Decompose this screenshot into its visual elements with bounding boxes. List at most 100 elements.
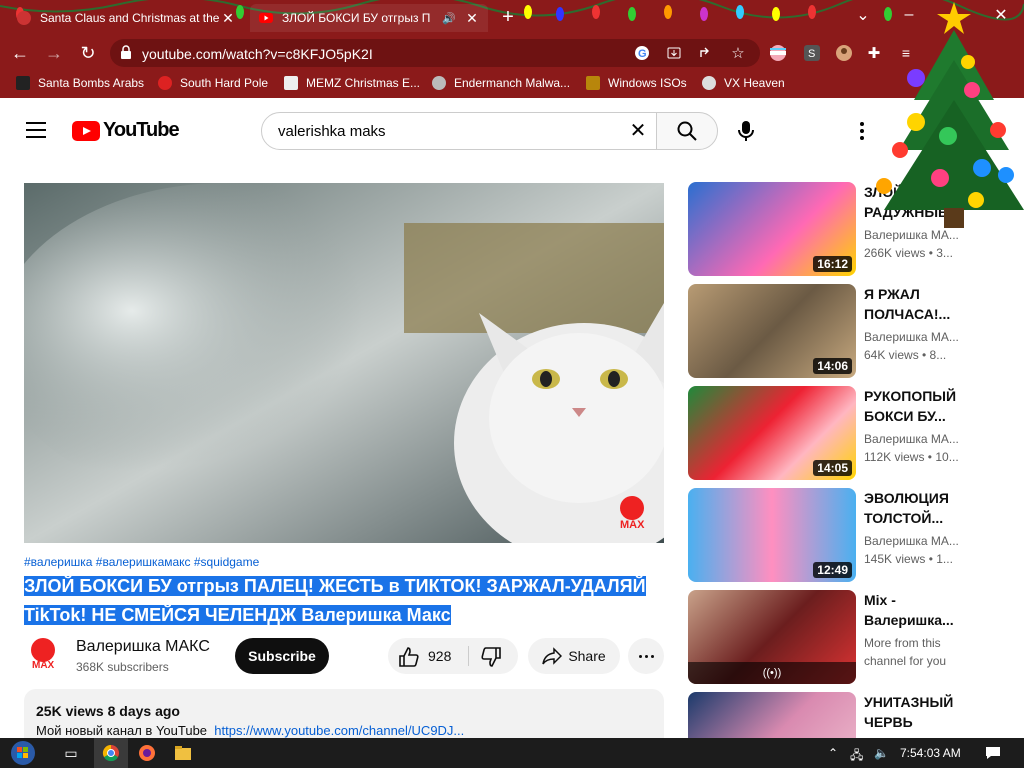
volume-icon[interactable]: 🔈 bbox=[874, 746, 889, 760]
bookmark-label: VX Heaven bbox=[724, 76, 785, 90]
menu-icon[interactable] bbox=[26, 122, 46, 138]
bookmark-windows-isos[interactable]: Windows ISOs bbox=[586, 76, 687, 90]
description-line: Мой новый канал в YouTube https://www.yo… bbox=[36, 723, 464, 738]
bookmark-memz-christmas[interactable]: MEMZ Christmas E... bbox=[284, 76, 420, 90]
address-bar[interactable]: youtube.com/watch?v=c8KFJO5pK2I G ☆ bbox=[110, 39, 760, 67]
screen: Santa Claus and Christmas at the ✕ ЗЛОЙ … bbox=[0, 0, 1024, 768]
bookmark-south-hard-pole[interactable]: South Hard Pole bbox=[158, 76, 268, 90]
subscriber-count: 368K subscribers bbox=[76, 660, 169, 674]
speaker-icon[interactable]: 🔊 bbox=[442, 12, 456, 25]
youtube-header: YouTube valerishka maks ✕ bbox=[0, 98, 1024, 164]
more-actions-button[interactable] bbox=[628, 638, 664, 674]
bookmark-endermanch-malware[interactable]: Endermanch Malwa... bbox=[432, 76, 570, 90]
bookmark-label: Endermanch Malwa... bbox=[454, 76, 571, 90]
search-input[interactable]: valerishka maks ✕ bbox=[261, 112, 657, 150]
channel-name[interactable]: Валеришка МАКС bbox=[76, 638, 210, 656]
forward-arrow-icon[interactable]: → bbox=[42, 41, 66, 65]
file-explorer-icon[interactable] bbox=[166, 738, 200, 768]
description-link[interactable]: https://www.youtube.com/channel/UC9DJ... bbox=[214, 723, 464, 738]
close-window-button[interactable]: ✕ bbox=[978, 0, 1024, 30]
skull-icon bbox=[702, 76, 716, 90]
tab-youtube-video[interactable]: ЗЛОЙ БОКСИ БУ отгрыз П 🔊 ✕ bbox=[250, 4, 488, 32]
rec-thumbnail[interactable]: 12:49 bbox=[688, 488, 856, 582]
more-options-icon[interactable] bbox=[852, 122, 872, 142]
rec-thumbnail[interactable]: 14:05 bbox=[688, 386, 856, 480]
rec-item[interactable]: 14:06 Я РЖАЛ ПОЛЧАСА!... Валеришка МА...… bbox=[688, 284, 988, 378]
video-player[interactable]: MAX bbox=[24, 183, 664, 543]
duration-badge: 14:06 bbox=[813, 358, 852, 374]
rec-title[interactable]: Я РЖАЛ ПОЛЧАСА!... bbox=[864, 284, 964, 324]
description-text: Мой новый канал в YouTube bbox=[36, 723, 208, 738]
rec-thumbnail[interactable]: 16:12 bbox=[688, 182, 856, 276]
rec-title[interactable]: ЭВОЛЮЦИЯ ТОЛСТОЙ... bbox=[864, 488, 964, 528]
system-clock[interactable]: 7:54:03 AM bbox=[900, 746, 961, 760]
thumbs-up-icon[interactable] bbox=[398, 646, 420, 668]
rec-item[interactable]: УНИТАЗНЫЙ ЧЕРВЬ СЪЕЛ... bbox=[688, 692, 988, 738]
search-query: valerishka maks bbox=[278, 123, 386, 140]
profile-extension-icon[interactable] bbox=[834, 43, 854, 63]
rec-channel[interactable]: Валеришка МА... bbox=[864, 330, 964, 344]
rec-channel[interactable]: Валеришка МА... bbox=[864, 534, 964, 548]
youtube-page: YouTube valerishka maks ✕ MAX #валеришка… bbox=[0, 98, 1024, 738]
svg-text:MAX: MAX bbox=[620, 519, 645, 531]
subscribe-button[interactable]: Subscribe bbox=[235, 638, 329, 674]
bookmark-santa-bombs-arabs[interactable]: Santa Bombs Arabs bbox=[16, 76, 144, 90]
rec-title[interactable]: РУКОПОПЫЙ БОКСИ БУ... bbox=[864, 386, 964, 426]
rec-item[interactable]: 16:12 ЗЛОЙ РАДУЖНЫЕ Валеришка МА... 266K… bbox=[688, 182, 988, 276]
extension-s-icon[interactable]: S bbox=[802, 43, 822, 63]
reload-icon[interactable]: ↻ bbox=[76, 41, 100, 65]
rec-item[interactable]: 14:05 РУКОПОПЫЙ БОКСИ БУ... Валеришка МА… bbox=[688, 386, 988, 480]
like-count: 928 bbox=[428, 648, 452, 664]
chrome-taskbar-icon[interactable] bbox=[94, 738, 128, 768]
rec-title[interactable]: УНИТАЗНЫЙ ЧЕРВЬ СЪЕЛ... bbox=[864, 692, 964, 732]
mix-radio-icon: ((•)) bbox=[688, 662, 856, 684]
thumbs-down-icon[interactable] bbox=[480, 646, 502, 668]
notification-icon[interactable] bbox=[976, 738, 1010, 768]
rec-thumbnail[interactable]: ((•)) bbox=[688, 590, 856, 684]
rec-channel[interactable]: Валеришка МА... bbox=[864, 228, 964, 242]
rec-channel: More from this bbox=[864, 636, 941, 650]
tab-title: ЗЛОЙ БОКСИ БУ отгрыз П bbox=[282, 11, 431, 25]
rec-meta: 112K views • 10... bbox=[864, 450, 959, 464]
firefox-taskbar-icon[interactable] bbox=[130, 738, 164, 768]
extensions-puzzle-icon[interactable]: ✚ bbox=[864, 43, 884, 63]
google-icon[interactable]: G bbox=[632, 43, 652, 63]
rec-item[interactable]: 12:49 ЭВОЛЮЦИЯ ТОЛСТОЙ... Валеришка МА..… bbox=[688, 488, 988, 582]
network-icon[interactable]: 🖧 bbox=[850, 746, 863, 767]
start-button[interactable] bbox=[6, 738, 40, 768]
tab-search-icon[interactable]: ⌄ bbox=[840, 0, 886, 30]
youtube-logo[interactable]: YouTube bbox=[72, 119, 180, 142]
snowflake-icon bbox=[158, 76, 172, 90]
new-tab-button[interactable]: + bbox=[498, 7, 518, 28]
rec-channel[interactable]: Валеришка МА... bbox=[864, 432, 964, 446]
chevron-up-icon[interactable]: ⌃ bbox=[828, 746, 838, 760]
clear-icon[interactable]: ✕ bbox=[628, 121, 648, 141]
search-button[interactable] bbox=[656, 112, 718, 150]
rec-thumbnail[interactable]: 14:06 bbox=[688, 284, 856, 378]
extension-flag-icon[interactable] bbox=[768, 43, 788, 63]
close-icon[interactable]: ✕ bbox=[464, 10, 480, 26]
bookmark-vx-heaven[interactable]: VX Heaven bbox=[702, 76, 785, 90]
rec-title[interactable]: ЗЛОЙ РАДУЖНЫЕ bbox=[864, 182, 964, 222]
media-control-icon[interactable]: ≡ bbox=[896, 43, 916, 63]
microphone-icon[interactable] bbox=[730, 115, 762, 147]
share-icon[interactable] bbox=[696, 43, 716, 63]
page-icon bbox=[17, 11, 31, 25]
close-icon[interactable]: ✕ bbox=[220, 10, 236, 26]
rec-thumbnail[interactable] bbox=[688, 692, 856, 738]
video-hashtags[interactable]: #валеришка #валеришкамакс #squidgame bbox=[24, 555, 259, 569]
tab-santa-claus[interactable]: Santa Claus and Christmas at the ✕ bbox=[8, 4, 244, 32]
svg-text:MAX: MAX bbox=[32, 660, 55, 670]
back-arrow-icon[interactable]: ← bbox=[8, 41, 32, 65]
view-stats: 25K views 8 days ago bbox=[36, 703, 180, 719]
share-button[interactable]: Share bbox=[528, 638, 620, 674]
minimize-button[interactable]: – bbox=[886, 0, 932, 30]
task-view-icon[interactable]: ▭ bbox=[54, 738, 88, 768]
rec-item[interactable]: ((•)) Mix - Валеришка... More from this … bbox=[688, 590, 988, 684]
bookmark-star-icon[interactable]: ☆ bbox=[728, 43, 748, 63]
install-icon[interactable] bbox=[664, 43, 684, 63]
rec-title[interactable]: Mix - Валеришка... bbox=[864, 590, 964, 630]
description-box[interactable]: 25K views 8 days ago Мой новый канал в Y… bbox=[24, 689, 664, 738]
svg-text:G: G bbox=[638, 48, 647, 60]
channel-avatar[interactable]: MAX bbox=[26, 636, 60, 670]
